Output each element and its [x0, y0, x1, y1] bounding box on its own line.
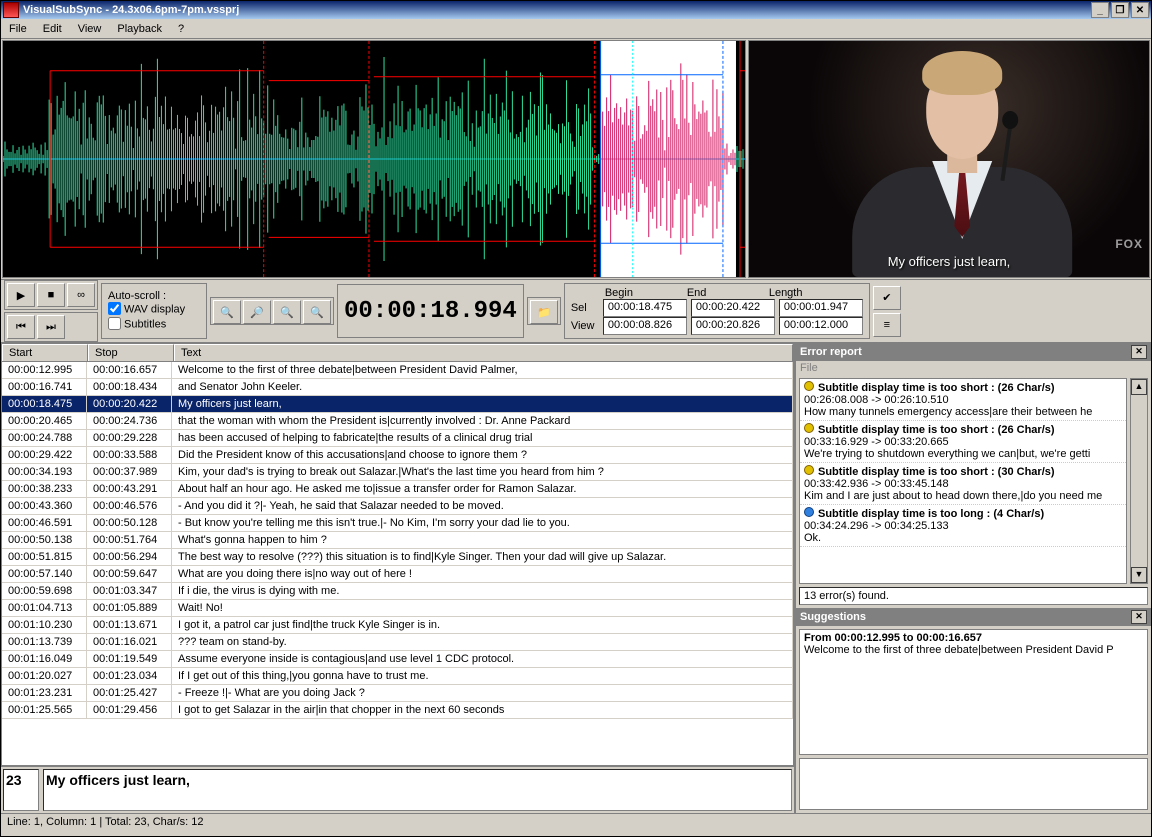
maximize-button[interactable]: ❐: [1111, 2, 1129, 18]
autoscroll-label: Auto-scroll :: [108, 290, 200, 302]
edit-textbox[interactable]: My officers just learn,: [43, 769, 792, 811]
table-row[interactable]: 00:01:16.04900:01:19.549Assume everyone …: [2, 651, 793, 668]
minimize-button[interactable]: _: [1091, 2, 1109, 18]
view-length: 00:00:12.000: [779, 317, 863, 335]
zoom-in-icon[interactable]: 🔍: [213, 300, 241, 324]
zoom-out-icon[interactable]: 🔎: [243, 300, 271, 324]
check-button[interactable]: ✔: [873, 286, 901, 310]
prev-button[interactable]: ⏮: [7, 315, 35, 339]
menu-playback[interactable]: Playback: [109, 21, 170, 37]
close-button[interactable]: ✕: [1131, 2, 1149, 18]
menu-edit[interactable]: Edit: [35, 21, 70, 37]
table-row[interactable]: 00:00:57.14000:00:59.647What are you doi…: [2, 566, 793, 583]
table-row[interactable]: 00:01:13.73900:01:16.021??? team on stan…: [2, 634, 793, 651]
table-row[interactable]: 00:01:25.56500:01:29.456I got to get Sal…: [2, 702, 793, 719]
list-button[interactable]: ≡: [873, 313, 901, 337]
preview-subtitle: My officers just learn,: [749, 254, 1149, 269]
time-display: 00:00:18.994: [337, 284, 524, 338]
suggestions-extra: [799, 758, 1148, 810]
view-end: 00:00:20.826: [691, 317, 775, 335]
error-item[interactable]: Subtitle display time is too short : (30…: [800, 463, 1126, 505]
table-row[interactable]: 00:00:51.81500:00:56.294The best way to …: [2, 549, 793, 566]
menu-view[interactable]: View: [70, 21, 110, 37]
titlebar: VisualSubSync - 24.3x06.6pm-7pm.vssprj _…: [1, 1, 1151, 19]
table-row[interactable]: 00:00:43.36000:00:46.576- And you did it…: [2, 498, 793, 515]
zoom-sel-icon[interactable]: 🔍: [273, 300, 301, 324]
sel-begin[interactable]: 00:00:18.475: [603, 299, 687, 317]
menu-file[interactable]: File: [1, 21, 35, 37]
menu-help[interactable]: ?: [170, 21, 192, 37]
table-row[interactable]: 00:01:10.23000:01:13.671I got it, a patr…: [2, 617, 793, 634]
table-row[interactable]: 00:00:20.46500:00:24.736that the woman w…: [2, 413, 793, 430]
table-row[interactable]: 00:01:23.23100:01:25.427- Freeze !|- Wha…: [2, 685, 793, 702]
app-title: VisualSubSync - 24.3x06.6pm-7pm.vssprj: [23, 4, 239, 16]
subtitle-grid[interactable]: 00:00:12.99500:00:16.657Welcome to the f…: [1, 362, 794, 766]
sel-end[interactable]: 00:00:20.422: [691, 299, 775, 317]
table-row[interactable]: 00:00:12.99500:00:16.657Welcome to the f…: [2, 362, 793, 379]
table-row[interactable]: 00:00:59.69800:01:03.347If i die, the vi…: [2, 583, 793, 600]
waveform[interactable]: [2, 40, 746, 278]
suggestions-box[interactable]: From 00:00:12.995 to 00:00:16.657 Welcom…: [799, 629, 1148, 755]
video-preview: FOX My officers just learn,: [748, 40, 1150, 278]
play-button[interactable]: ▶: [7, 283, 35, 307]
col-stop[interactable]: Stop: [88, 344, 174, 361]
table-row[interactable]: 00:00:46.59100:00:50.128- But know you'r…: [2, 515, 793, 532]
table-row[interactable]: 00:00:50.13800:00:51.764What's gonna hap…: [2, 532, 793, 549]
table-row[interactable]: 00:00:18.47500:00:20.422My officers just…: [2, 396, 793, 413]
autoscroll-panel: Auto-scroll : WAV display Subtitles: [101, 283, 207, 339]
wav-display-check[interactable]: WAV display: [108, 302, 200, 317]
error-item[interactable]: Subtitle display time is too short : (26…: [800, 379, 1126, 421]
error-report-header: Error report ✕: [796, 343, 1151, 361]
col-text[interactable]: Text: [174, 344, 793, 361]
grid-header: Start Stop Text: [1, 343, 794, 362]
channel-logo: FOX: [1115, 237, 1143, 251]
error-item[interactable]: Subtitle display time is too long : (4 C…: [800, 505, 1126, 547]
menubar: File Edit View Playback ?: [1, 19, 1151, 39]
table-row[interactable]: 00:01:20.02700:01:23.034If I get out of …: [2, 668, 793, 685]
subtitles-check[interactable]: Subtitles: [108, 317, 200, 332]
error-close-icon[interactable]: ✕: [1131, 345, 1147, 359]
view-begin: 00:00:08.826: [603, 317, 687, 335]
app-icon: [3, 2, 19, 18]
table-row[interactable]: 00:00:16.74100:00:18.434and Senator John…: [2, 379, 793, 396]
sugg-close-icon[interactable]: ✕: [1131, 610, 1147, 624]
stop-button[interactable]: ■: [37, 283, 65, 307]
error-file-menu[interactable]: File: [796, 361, 1151, 375]
video-frame: [852, 47, 1072, 277]
error-scrollbar[interactable]: ▲▼: [1130, 378, 1148, 584]
suggestions-header: Suggestions ✕: [796, 608, 1151, 626]
folder-icon[interactable]: 📁: [530, 300, 558, 324]
line-number: 23: [3, 769, 39, 811]
table-row[interactable]: 00:01:04.71300:01:05.889Wait! No!: [2, 600, 793, 617]
next-button[interactable]: ⏭: [37, 315, 65, 339]
error-status: 13 error(s) found.: [799, 587, 1148, 605]
loop-button[interactable]: ∞: [67, 283, 95, 307]
table-row[interactable]: 00:00:29.42200:00:33.588Did the Presiden…: [2, 447, 793, 464]
zoom-all-icon[interactable]: 🔍: [303, 300, 331, 324]
table-row[interactable]: 00:00:34.19300:00:37.989Kim, your dad's …: [2, 464, 793, 481]
table-row[interactable]: 00:00:38.23300:00:43.291About half an ho…: [2, 481, 793, 498]
col-start[interactable]: Start: [2, 344, 88, 361]
sel-length: 00:00:01.947: [779, 299, 863, 317]
error-item[interactable]: Subtitle display time is too short : (26…: [800, 421, 1126, 463]
table-row[interactable]: 00:00:24.78800:00:29.228has been accused…: [2, 430, 793, 447]
error-list[interactable]: Subtitle display time is too short : (26…: [799, 378, 1127, 584]
time-panel: Begin End Length Sel 00:00:18.475 00:00:…: [564, 283, 870, 339]
statusbar: Line: 1, Column: 1 | Total: 23, Char/s: …: [1, 813, 1151, 836]
